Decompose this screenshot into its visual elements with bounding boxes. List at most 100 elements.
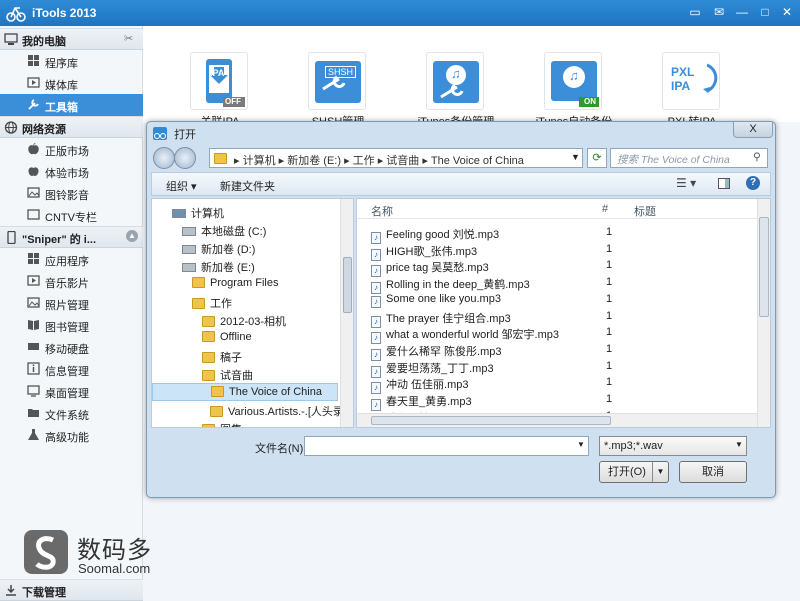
breadcrumb-item[interactable]: 试音曲 (386, 155, 419, 167)
breadcrumb-item[interactable]: 工作 (353, 155, 375, 167)
folder-icon (202, 424, 215, 427)
file-row[interactable]: ♪ 春天里_黄勇.mp3 1 (371, 393, 761, 411)
file-row[interactable]: ♪ Rolling in the deep_黄鹤.mp3 1 (371, 276, 761, 295)
sidebar-group-device[interactable]: "Sniper" 的 i... ▲ (0, 226, 143, 248)
nav-scrollbar[interactable] (340, 199, 353, 427)
sidebar-group-label: "Sniper" 的 i... (22, 234, 96, 246)
picture-icon (27, 187, 40, 198)
hscroll-thumb[interactable] (371, 416, 611, 425)
tree-node[interactable]: 计算机 (152, 203, 338, 221)
minimize-button[interactable]: — (731, 3, 753, 21)
eject-icon[interactable]: ▲ (126, 230, 138, 242)
sidebar-item-filesystem[interactable]: 文件系统 (0, 402, 143, 424)
tree-node[interactable]: The Voice of China (152, 383, 338, 401)
book-icon (28, 320, 39, 330)
file-type-select[interactable]: *.mp3;*.wav ▼ (599, 436, 747, 456)
sidebar-item-photos[interactable]: 照片管理 (0, 292, 143, 314)
grid-icon (28, 55, 39, 66)
feedback-icon[interactable]: ▭ (684, 3, 706, 21)
sidebar-group-my-computer[interactable]: 我的电脑 ✂ (0, 28, 143, 50)
column-title[interactable]: 标题 (634, 203, 656, 219)
address-bar[interactable]: ▸ 计算机 ▸ 新加卷 (E:) ▸ 工作 ▸ 试音曲 ▸ The Voice … (209, 148, 583, 168)
sidebar-item-toolbox[interactable]: 工具箱 (0, 94, 143, 116)
tree-node[interactable]: 新加卷 (D:) (152, 239, 338, 257)
tool-link-ipa[interactable]: OFF IPA 关联IPA (190, 52, 248, 128)
tree-node[interactable]: 本地磁盘 (C:) (152, 221, 338, 239)
tool-itunes-backup[interactable]: ♫ iTunes备份管理 (418, 52, 494, 128)
tool-shsh[interactable]: SHSH SHSH管理 (308, 52, 366, 128)
horizontal-scrollbar[interactable] (357, 413, 757, 427)
sidebar-item-books[interactable]: 图书管理 (0, 314, 143, 336)
itools-window: iTools 2013 ▭ ✉ — □ ✕ 我的电脑 ✂ 程序库 媒体库 工具箱… (0, 0, 800, 601)
column-number[interactable]: # (602, 203, 608, 215)
sidebar-item-programs[interactable]: 程序库 (0, 50, 143, 72)
sidebar-item-label: 照片管理 (45, 300, 89, 312)
back-button[interactable] (153, 147, 175, 169)
tree-node[interactable]: 稿子 (152, 347, 338, 365)
file-row[interactable]: ♪ 冲动 伍佳丽.mp3 1 (371, 376, 761, 395)
file-row[interactable]: ♪ Some one like you.mp3 1 (371, 293, 761, 310)
tree-node[interactable]: 新加卷 (E:) (152, 257, 338, 275)
tool-itunes-auto-backup[interactable]: ♫ ON iTunes自动备份 (536, 52, 612, 128)
file-row[interactable]: ♪ HIGH歌_张伟.mp3 1 (371, 243, 761, 261)
sidebar-group-label: 网络资源 (22, 124, 66, 136)
tree-node[interactable]: 工作 (152, 293, 338, 311)
view-menu-icon[interactable]: ☰ ▾ (676, 176, 696, 190)
breadcrumb-item[interactable]: 新加卷 (E:) (287, 155, 341, 167)
sidebar-group-network[interactable]: 网络资源 (0, 116, 143, 138)
sidebar-item-music[interactable]: 音乐影片 (0, 270, 143, 292)
organize-menu[interactable]: 组织 ▾ (166, 178, 197, 194)
sidebar-item-apps[interactable]: 应用程序 (0, 248, 143, 270)
tree-node[interactable]: 图集 (152, 419, 338, 427)
sidebar-item-advanced[interactable]: 高级功能 (0, 424, 143, 446)
sidebar-item-store[interactable]: 正版市场 (0, 138, 143, 160)
breadcrumb-item[interactable]: The Voice of China (431, 155, 524, 167)
sidebar-item-ringtones[interactable]: 图铃影音 (0, 182, 143, 204)
new-folder-button[interactable]: 新建文件夹 (220, 178, 275, 194)
refresh-button[interactable]: ⟳ (587, 148, 607, 168)
pin-icon[interactable]: ✂ (124, 32, 133, 45)
cancel-button[interactable]: 取消 (679, 461, 747, 483)
picture-icon (27, 297, 40, 308)
sidebar-item-disk[interactable]: 移动硬盘 (0, 336, 143, 358)
tool-pxl-to-ipa[interactable]: PXL IPA PXL转IPA (662, 52, 720, 128)
breadcrumb-item[interactable]: 计算机 (243, 155, 276, 167)
search-input[interactable]: 搜索 The Voice of China ⚲ (610, 148, 768, 168)
file-row[interactable]: ♪ 爱要坦荡荡_丁丁.mp3 1 (371, 360, 761, 378)
nav-scroll-thumb[interactable] (343, 257, 352, 313)
file-row[interactable]: ♪ what a wonderful world 邹宏宇.mp3 1 (371, 326, 761, 345)
sidebar-item-trial[interactable]: 体验市场 (0, 160, 143, 182)
file-row[interactable]: ♪ Feeling good 刘悦.mp3 1 (371, 226, 761, 244)
flask-icon (28, 429, 39, 440)
close-button[interactable]: ✕ (776, 3, 798, 21)
tree-node-label: Various.Artists.-.[人头录音] (228, 406, 354, 418)
tree-node[interactable]: 2012-03-相机 (152, 311, 338, 329)
forward-button[interactable] (174, 147, 196, 169)
scroll-thumb[interactable] (759, 217, 769, 317)
sidebar-item-info[interactable]: 信息管理 (0, 358, 143, 380)
filename-input[interactable]: ▼ (304, 436, 589, 456)
tree-node[interactable]: Program Files (152, 275, 338, 293)
file-row[interactable]: ♪ price tag 吴莫愁.mp3 1 (371, 259, 761, 278)
sidebar-group-downloads[interactable]: 下载管理 (0, 579, 143, 601)
column-name[interactable]: 名称 (371, 203, 393, 219)
sidebar-item-cntv[interactable]: CNTV专栏 (0, 204, 143, 226)
file-row[interactable]: ♪ The prayer 佳宁组合.mp3 1 (371, 310, 761, 328)
tree-node[interactable]: Various.Artists.-.[人头录音] (152, 401, 353, 419)
address-dropdown-icon[interactable]: ▼ (571, 152, 580, 162)
file-row[interactable]: ♪ 爱什么稀罕 陈俊彤.mp3 1 (371, 343, 761, 361)
sidebar-item-desktop[interactable]: 桌面管理 (0, 380, 143, 402)
filename-dropdown-icon[interactable]: ▼ (577, 440, 585, 449)
open-split-arrow[interactable]: ▼ (652, 462, 668, 482)
tree-node[interactable]: 试音曲 (152, 365, 338, 383)
vertical-scrollbar[interactable] (757, 199, 770, 427)
sidebar-item-media[interactable]: 媒体库 (0, 72, 143, 94)
preview-pane-icon[interactable] (718, 178, 730, 189)
dialog-close-button[interactable]: X (733, 122, 773, 138)
maximize-button[interactable]: □ (754, 3, 776, 21)
tree-node-label: Offline (220, 331, 252, 343)
skin-icon[interactable]: ✉ (708, 3, 730, 21)
open-button[interactable]: 打开(O) ▼ (599, 461, 669, 483)
tree-node[interactable]: Offline (152, 329, 338, 347)
help-icon[interactable]: ? (746, 176, 760, 190)
